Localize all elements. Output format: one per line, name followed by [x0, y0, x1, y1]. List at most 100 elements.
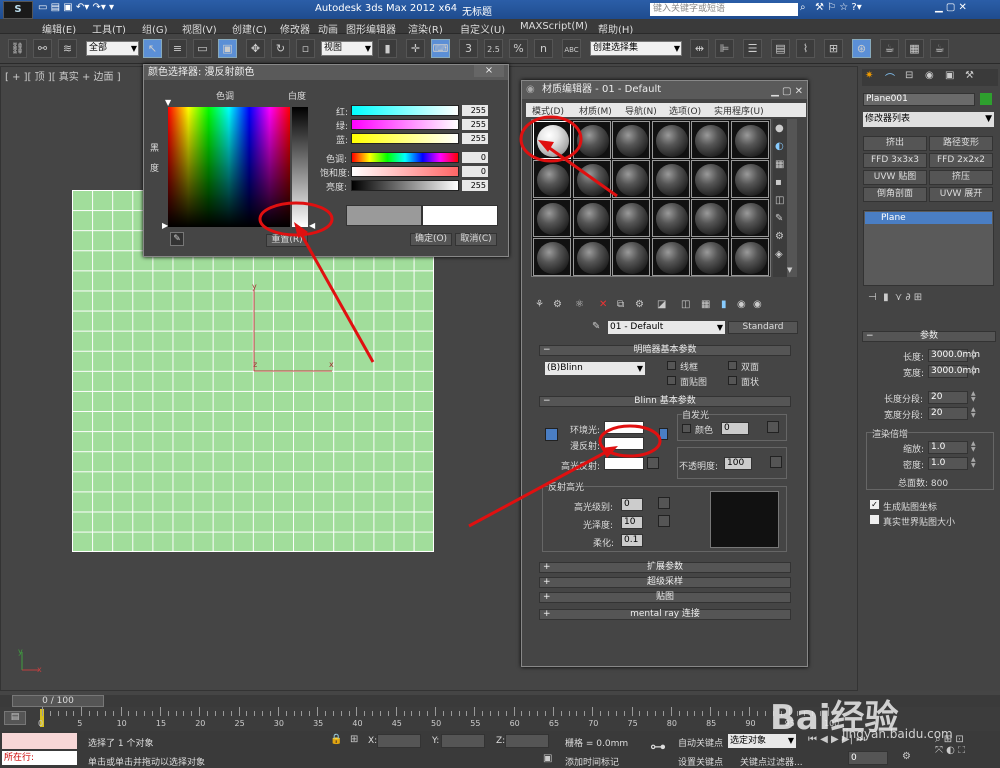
ok-button[interactable]: 确定(O)	[410, 233, 452, 246]
window-controls[interactable]: ▁ ▢ ✕	[935, 2, 967, 13]
sample-slot[interactable]	[651, 199, 690, 237]
specular-swatch[interactable]	[604, 457, 644, 470]
assign-material-icon[interactable]: ⚛	[575, 299, 584, 310]
backlight-icon[interactable]: ◐	[775, 141, 784, 152]
width-segs-spinner[interactable]: ▲ ▼	[971, 407, 979, 420]
self-illum-value[interactable]: 0	[721, 422, 749, 435]
real-world-checkbox[interactable]	[870, 515, 879, 524]
blue-slider[interactable]	[351, 133, 459, 144]
length-spinner[interactable]: ▲ ▼	[971, 349, 979, 362]
options-icon[interactable]: ⚙	[775, 231, 784, 242]
search-icon[interactable]: ⌕	[800, 2, 806, 13]
spinner-snap-icon[interactable]: n	[534, 39, 553, 58]
sample-slot[interactable]	[533, 121, 571, 159]
reset-button[interactable]: 重置(R)	[266, 234, 308, 247]
reference-coord-dropdown[interactable]: 视图 ▼	[321, 41, 373, 56]
saturation-value[interactable]: 0	[462, 166, 488, 177]
sample-slot[interactable]	[691, 121, 729, 159]
window-crossing-icon[interactable]: ▣	[218, 39, 237, 58]
ambient-swatch[interactable]	[604, 421, 644, 434]
spec-level-value[interactable]: 0	[621, 498, 643, 511]
schematic-view-icon[interactable]: ⊞	[824, 39, 843, 58]
self-illum-map-button[interactable]	[767, 421, 779, 433]
render-setup-icon[interactable]: ☕	[880, 39, 899, 58]
maxscript-listener[interactable]	[2, 733, 77, 749]
named-selection-dropdown[interactable]: 创建选择集 ▼	[590, 41, 682, 56]
go-parent-icon[interactable]: ◉	[737, 299, 746, 310]
length-input[interactable]: 3000.0mm	[928, 349, 980, 362]
make-preview-icon[interactable]: ✎	[775, 213, 783, 224]
command-panel-tabs[interactable]: ✷ ⌒ ⊟ ◉ ▣ ⚒	[862, 69, 998, 86]
blue-value[interactable]: 255	[462, 133, 488, 144]
get-material-icon[interactable]: ⚘	[535, 299, 544, 310]
align-icon[interactable]: ⊫	[715, 39, 734, 58]
density-input[interactable]: 1.0	[928, 457, 968, 470]
put-library-icon[interactable]: ◪	[657, 299, 666, 310]
quick-access-icons[interactable]: ▭ ▤ ▣ ↶▾ ↷▾ ▾	[38, 2, 114, 13]
blinn-basic-rollout[interactable]: − Blinn 基本参数	[539, 396, 791, 407]
close-icon[interactable]: ×	[474, 65, 504, 77]
create-tab-icon[interactable]: ✷	[865, 70, 873, 81]
modifier-btn-uvw-map[interactable]: UVW 贴图	[863, 170, 927, 185]
sample-slot[interactable]	[691, 160, 729, 198]
mat-menu-utilities[interactable]: 实用程序(U)	[714, 104, 764, 117]
curve-editor-icon[interactable]: ⌇	[796, 39, 815, 58]
shader-dropdown[interactable]: (B)Blinn ▼	[545, 362, 645, 375]
put-material-icon[interactable]: ⚙	[553, 299, 562, 310]
sample-type-icon[interactable]: ●	[775, 123, 784, 134]
face-map-checkbox[interactable]	[667, 376, 676, 385]
sample-slot[interactable]	[651, 121, 690, 159]
set-key-button[interactable]: 设置关键点	[678, 755, 723, 768]
mat-menu-options[interactable]: 选项(O)	[669, 104, 701, 117]
object-color-swatch[interactable]	[980, 93, 992, 105]
cancel-button[interactable]: 取消(C)	[455, 233, 497, 246]
scale-icon[interactable]: ▫	[296, 39, 315, 58]
selection-filter-dropdown[interactable]: 全部 ▼	[86, 41, 139, 56]
width-segs-input[interactable]: 20	[928, 407, 968, 420]
modifier-btn-bevel-profile[interactable]: 倒角剖面	[863, 187, 927, 202]
two-sided-checkbox[interactable]	[728, 361, 737, 370]
bind-space-warp-icon[interactable]: ≋	[58, 39, 77, 58]
angle-snap-icon[interactable]: 2.5	[484, 39, 503, 58]
select-object-icon[interactable]: ↖	[143, 39, 162, 58]
time-tag-icon[interactable]: ▣	[543, 753, 552, 764]
background-icon[interactable]: ▦	[775, 159, 784, 170]
modifier-stack[interactable]: Plane	[863, 210, 994, 286]
value-value[interactable]: 255	[462, 180, 488, 191]
modify-tab-icon[interactable]: ⌒	[885, 70, 895, 85]
opacity-value[interactable]: 100	[724, 457, 752, 470]
modifier-btn-unwrap-uvw[interactable]: UVW 展开	[929, 187, 993, 202]
rendered-frame-icon[interactable]: ▦	[905, 39, 924, 58]
shader-basic-rollout[interactable]: − 明暗器基本参数	[539, 345, 791, 356]
modifier-btn-ffd2[interactable]: FFD 2x2x2	[929, 153, 993, 168]
material-name-field[interactable]: 01 - Default ▼	[608, 321, 725, 334]
red-value[interactable]: 255	[462, 105, 488, 116]
pick-material-eyedropper-icon[interactable]: ✎	[592, 321, 600, 332]
mental-ray-rollout[interactable]: + mental ray 连接	[539, 609, 791, 620]
sample-slot[interactable]	[651, 160, 690, 198]
display-tab-icon[interactable]: ▣	[945, 70, 954, 81]
go-sibling-icon[interactable]: ◉	[753, 299, 762, 310]
sample-slot[interactable]	[572, 160, 611, 198]
gen-mapping-checkbox[interactable]: ✓	[870, 500, 879, 509]
stack-item-plane[interactable]: Plane	[865, 212, 992, 224]
render-production-icon[interactable]: ☕	[930, 39, 949, 58]
mat-menu-material[interactable]: 材质(M)	[579, 104, 612, 117]
glossiness-value[interactable]: 10	[621, 516, 643, 529]
video-check-icon[interactable]: ◫	[775, 195, 784, 206]
sample-slot[interactable]	[691, 199, 729, 237]
maps-rollout[interactable]: + 贴图	[539, 592, 791, 603]
sample-slot[interactable]	[533, 199, 571, 237]
absolute-mode-icon[interactable]: ⊞	[350, 734, 358, 745]
saturation-slider[interactable]	[351, 166, 459, 177]
sample-slot[interactable]	[612, 160, 650, 198]
x-coord-input[interactable]	[377, 734, 421, 748]
graphite-icon[interactable]: ▤	[771, 39, 790, 58]
sample-slot[interactable]	[612, 238, 650, 276]
mat-menu-navigation[interactable]: 导航(N)	[625, 104, 657, 117]
material-id-icon[interactable]: ◫	[681, 299, 690, 310]
copy-material-icon[interactable]: ⧉	[617, 299, 624, 310]
sample-slot[interactable]	[572, 199, 611, 237]
diffuse-map-lock-icon[interactable]	[659, 428, 668, 440]
faceted-checkbox[interactable]	[728, 376, 737, 385]
